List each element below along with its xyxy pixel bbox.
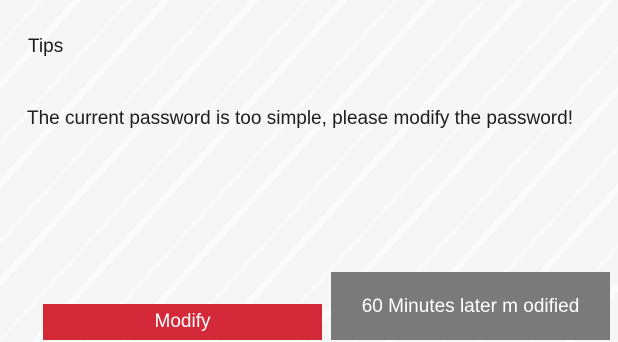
dialog-title: Tips	[28, 36, 64, 57]
password-tips-dialog: Tips The current password is too simple,…	[0, 0, 618, 342]
remind-later-button[interactable]: 60 Minutes later m odified	[331, 272, 610, 340]
modify-button[interactable]: Modify	[43, 304, 322, 340]
dialog-message: The current password is too simple, plea…	[27, 108, 573, 129]
